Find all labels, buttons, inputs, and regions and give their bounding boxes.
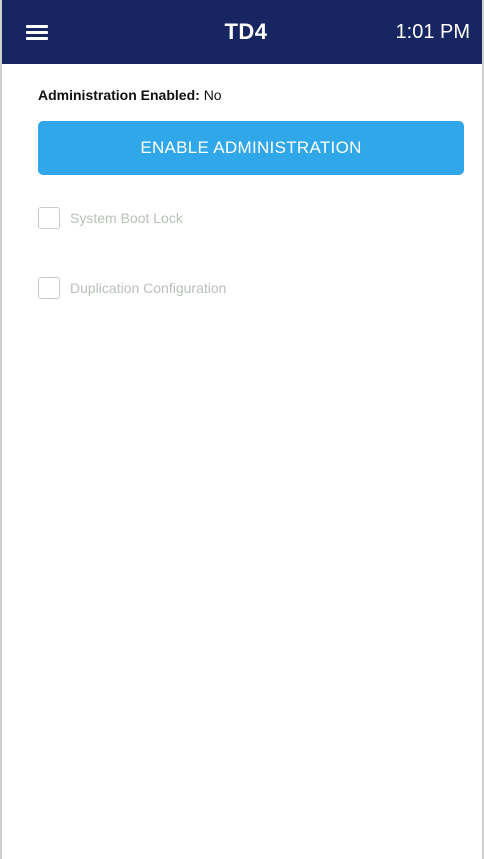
system-boot-lock-checkbox[interactable] bbox=[38, 207, 60, 229]
status-time: 1:01 PM bbox=[395, 21, 470, 43]
administration-status-label: Administration Enabled: bbox=[38, 87, 200, 103]
system-boot-lock-label: System Boot Lock bbox=[70, 210, 183, 226]
duplication-configuration-checkbox[interactable] bbox=[38, 277, 60, 299]
duplication-configuration-label: Duplication Configuration bbox=[70, 280, 227, 296]
app-header: TD4 1:01 PM bbox=[2, 0, 482, 64]
system-boot-lock-option[interactable]: System Boot Lock bbox=[38, 207, 183, 229]
duplication-configuration-option[interactable]: Duplication Configuration bbox=[38, 277, 226, 299]
administration-status: Administration Enabled: No bbox=[38, 87, 222, 103]
app-screen: TD4 1:01 PM Administration Enabled: No E… bbox=[0, 0, 484, 859]
enable-administration-button[interactable]: ENABLE ADMINISTRATION bbox=[38, 121, 464, 175]
administration-status-value: No bbox=[203, 87, 222, 103]
